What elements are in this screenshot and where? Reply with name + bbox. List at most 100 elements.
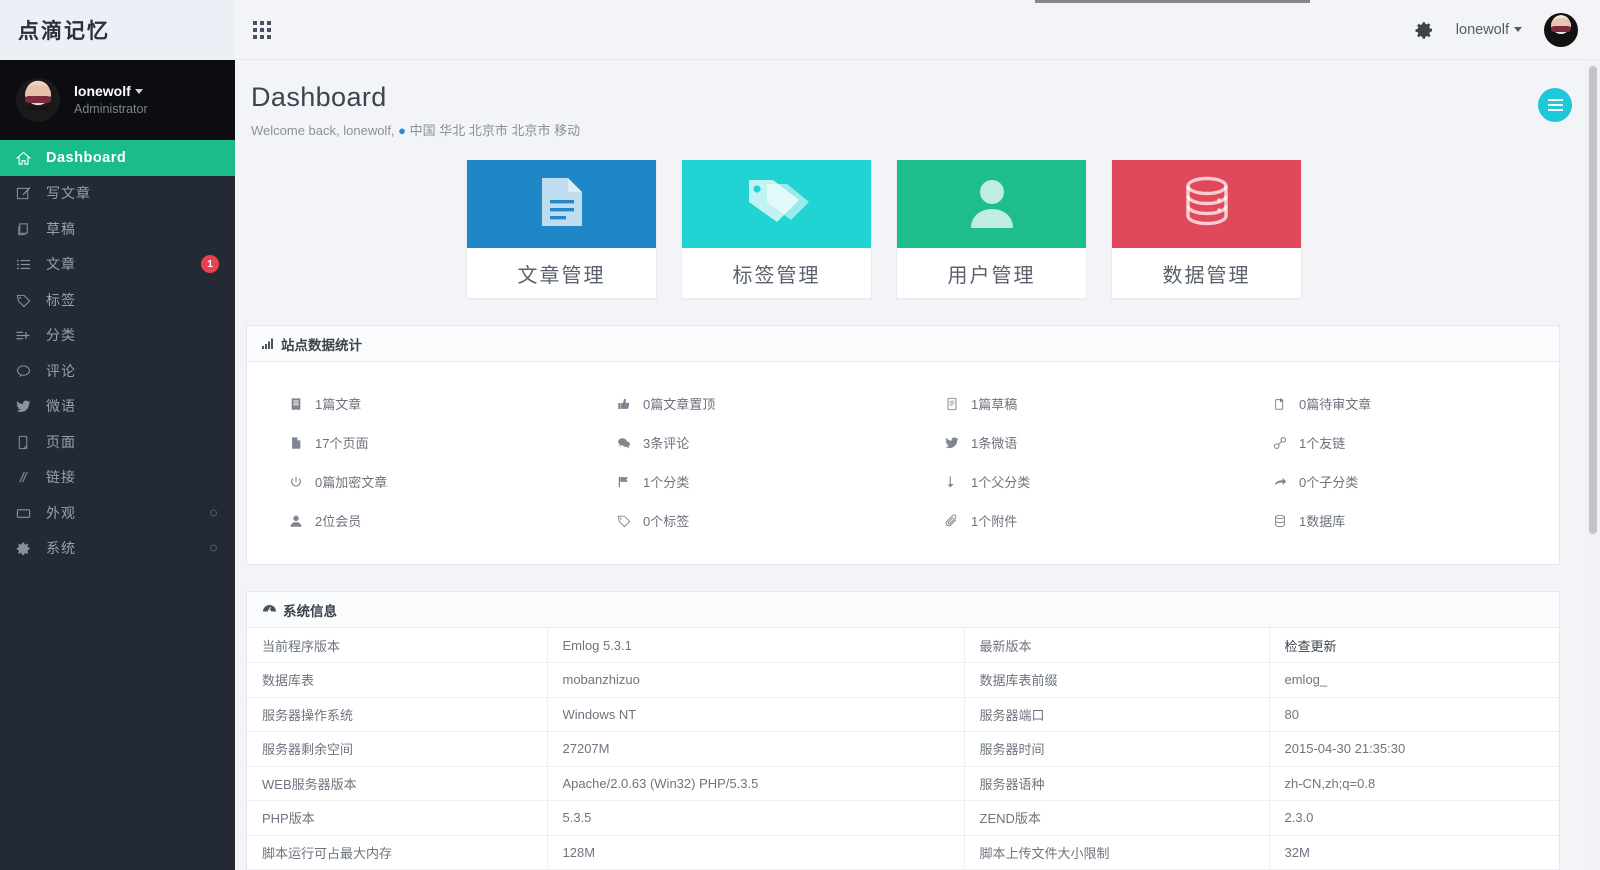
table-row: 服务器操作系统 Windows NT 服务器端口 80	[247, 697, 1559, 732]
stat-label: 1条微语	[971, 436, 1018, 451]
table-row: 脚本运行可占最大内存 128M 脚本上传文件大小限制 32M	[247, 835, 1559, 870]
stat-item[interactable]: 0篇文章置顶	[575, 384, 903, 423]
stat-item[interactable]: 3条评论	[575, 423, 903, 462]
stat-item[interactable]: 0篇待审文章	[1231, 384, 1559, 423]
quick-card[interactable]: 文章管理	[466, 160, 657, 299]
stat-item[interactable]: 1个附件	[903, 501, 1231, 540]
sidebar-item-label: 系统	[46, 540, 76, 557]
stat-item[interactable]: 0个标签	[575, 501, 903, 540]
sidebar-item-4[interactable]: 标签	[0, 282, 235, 318]
site-stats-grid: 1篇文章 0篇文章置顶 1篇草稿 0篇待审文章 17个页面 3条评论 1条微语 1个友链 0篇加…	[247, 362, 1559, 564]
sidebar-user-box[interactable]: lonewolf Administrator	[0, 60, 235, 140]
stat-item[interactable]: 0篇加密文章	[247, 462, 575, 501]
sidebar-item-label: 文章	[46, 256, 76, 273]
page-subtitle: Welcome back, lonewolf, ● 中国 华北 北京市 北京市 …	[251, 120, 1600, 139]
stat-item[interactable]: 1条微语	[903, 423, 1231, 462]
sidebar-item-11[interactable]: 系统	[0, 531, 235, 567]
home-icon	[0, 150, 46, 166]
stat-label: 1个父分类	[971, 475, 1031, 490]
system-info-table: 当前程序版本 Emlog 5.3.1 最新版本 检查更新 数据库表 mobanzhizuo…	[247, 628, 1559, 870]
sidebar-username[interactable]: lonewolf	[74, 83, 148, 100]
sidebar-item-9[interactable]: 链接	[0, 460, 235, 496]
tags-icon	[745, 176, 809, 233]
table-row: 服务器剩余空间 27207M 服务器时间 2015-04-30 21:35:30	[247, 731, 1559, 767]
stat-item[interactable]: 1个友链	[1231, 423, 1559, 462]
quick-card-icon-area	[897, 160, 1086, 248]
quick-action-cards: 文章管理 标签管理 用户管理 数据管理	[235, 139, 1600, 299]
topbar-user-menu[interactable]: lonewolf	[1456, 22, 1522, 38]
stat-label: 1篇文章	[315, 397, 362, 412]
document-icon	[538, 176, 586, 233]
table-row: 当前程序版本 Emlog 5.3.1 最新版本 检查更新	[247, 628, 1559, 663]
stat-item[interactable]: 1个父分类	[903, 462, 1231, 501]
sidebar-item-6[interactable]: 评论	[0, 353, 235, 389]
scrollbar-thumb[interactable]	[1589, 66, 1597, 534]
sysinfo-key: 服务器操作系统	[247, 697, 548, 732]
sidebar: 点滴记忆 lonewolf Administrator Dashboard 写文章…	[0, 0, 235, 870]
sidebar-user-role: Administrator	[74, 101, 148, 116]
article-icon	[289, 397, 315, 411]
quick-card[interactable]: 用户管理	[896, 160, 1087, 299]
quick-card-label: 用户管理	[947, 264, 1036, 287]
twitter-bird-icon	[0, 398, 46, 414]
app-root: 点滴记忆 lonewolf Administrator Dashboard 写文章…	[0, 0, 1600, 870]
sidebar-item-label: 评论	[46, 362, 76, 379]
database-icon	[1183, 176, 1231, 233]
sidebar-item-dashboard[interactable]: Dashboard	[0, 140, 235, 176]
comment-icon	[0, 363, 46, 379]
quick-card[interactable]: 数据管理	[1111, 160, 1302, 299]
stat-item[interactable]: 2位会员	[247, 501, 575, 540]
tag-icon	[0, 292, 46, 308]
sidebar-item-3[interactable]: 文章 1	[0, 247, 235, 283]
sidebar-item-1[interactable]: 写文章	[0, 176, 235, 212]
window-chrome-strip	[1035, 0, 1310, 3]
stat-item[interactable]: 1个分类	[575, 462, 903, 501]
vertical-scrollbar[interactable]	[1586, 60, 1600, 870]
brand-logo[interactable]: 点滴记忆	[0, 0, 235, 60]
brand-title: 点滴记忆	[18, 20, 110, 43]
floating-menu-button[interactable]	[1538, 88, 1572, 122]
sidebar-item-8[interactable]: 页面	[0, 424, 235, 460]
sidebar-item-5[interactable]: 分类	[0, 318, 235, 354]
check-update-link[interactable]: 检查更新	[1269, 628, 1559, 663]
sysinfo-key: WEB服务器版本	[247, 766, 548, 801]
stat-label: 17个页面	[315, 436, 369, 451]
chevron-down-icon	[1514, 27, 1522, 33]
quick-card-label: 标签管理	[732, 264, 821, 287]
sysinfo-key: 服务器时间	[964, 731, 1270, 767]
sidebar-item-label: Dashboard	[46, 149, 127, 166]
sysinfo-key: 数据库表	[247, 662, 548, 698]
flag-icon	[617, 475, 643, 489]
sysinfo-value: 32M	[1269, 835, 1559, 870]
gear-icon[interactable]	[1414, 20, 1434, 40]
stat-item[interactable]: 1数据库	[1231, 501, 1559, 540]
quick-card-icon-area	[682, 160, 871, 248]
chevron-dot-icon	[210, 509, 217, 517]
sidebar-item-10[interactable]: 外观	[0, 495, 235, 531]
sidebar-item-7[interactable]: 微语	[0, 389, 235, 425]
quick-card[interactable]: 标签管理	[681, 160, 872, 299]
sidebar-item-2[interactable]: 草稿	[0, 211, 235, 247]
stat-item[interactable]: 1篇草稿	[903, 384, 1231, 423]
arrow-right-icon	[1273, 475, 1299, 489]
stat-item[interactable]: 0个子分类	[1231, 462, 1559, 501]
sidebar-item-label: 分类	[46, 327, 76, 344]
file-icon	[289, 436, 315, 450]
sysinfo-key: 数据库表前缀	[964, 662, 1270, 698]
stat-item[interactable]: 17个页面	[247, 423, 575, 462]
user-icon	[969, 176, 1015, 233]
quick-card-icon-area	[467, 160, 656, 248]
grid-apps-icon[interactable]	[253, 20, 271, 39]
list-plus-icon	[0, 327, 46, 343]
table-row: WEB服务器版本 Apache/2.0.63 (Win32) PHP/5.3.5 服…	[247, 766, 1559, 801]
sysinfo-key: 脚本运行可占最大内存	[247, 835, 548, 870]
topbar: lonewolf	[235, 0, 1600, 60]
sysinfo-key: 脚本上传文件大小限制	[964, 835, 1270, 870]
twitter-bird-icon	[945, 436, 971, 450]
topbar-right: lonewolf	[1414, 12, 1578, 47]
topbar-username: lonewolf	[1455, 21, 1509, 38]
table-row: 数据库表 mobanzhizuo 数据库表前缀 emlog_	[247, 662, 1559, 698]
avatar[interactable]	[1544, 12, 1578, 47]
site-stats-title: 站点数据统计	[281, 337, 362, 353]
stat-item[interactable]: 1篇文章	[247, 384, 575, 423]
